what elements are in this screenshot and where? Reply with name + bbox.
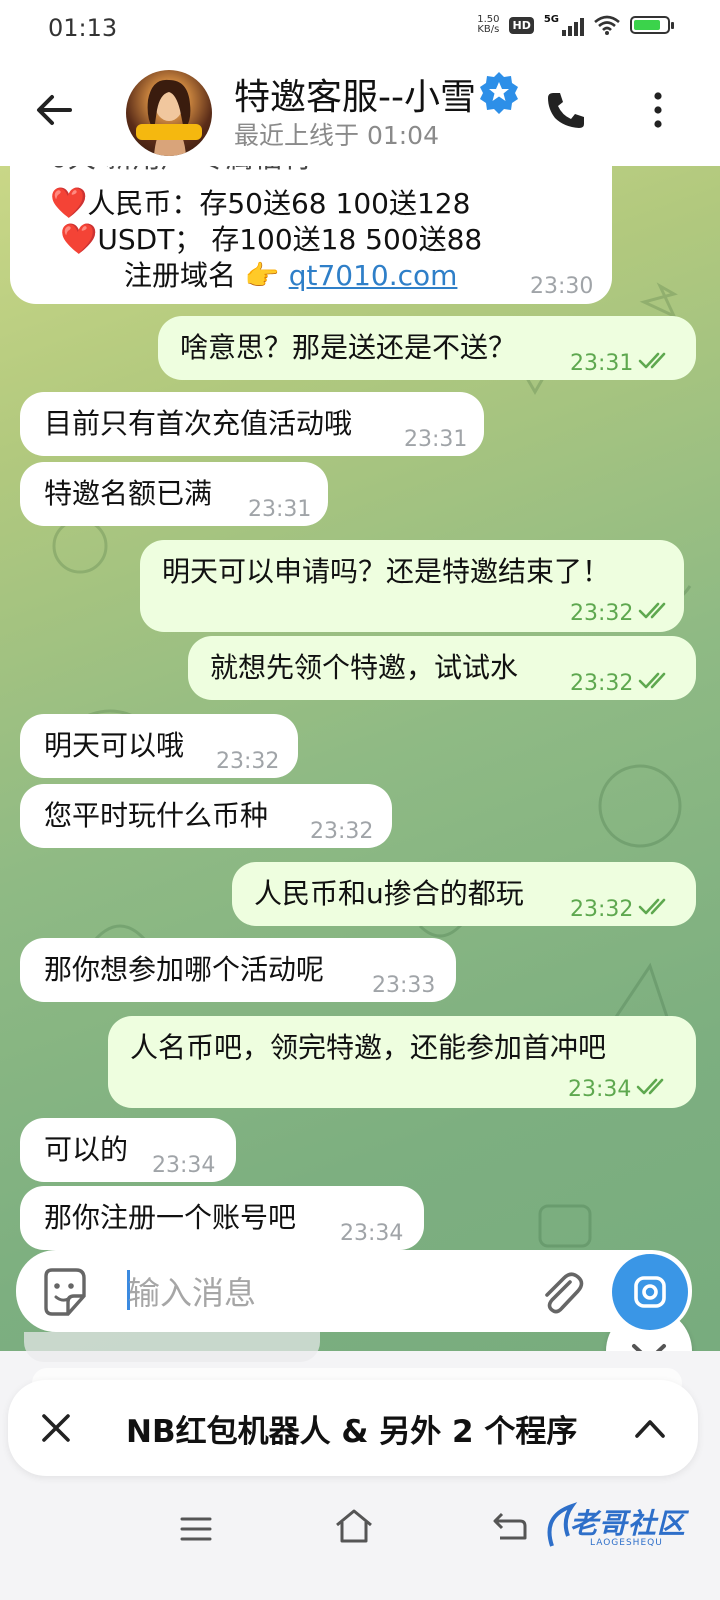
- back-arrow-icon[interactable]: [30, 86, 78, 134]
- read-check-icon: [638, 898, 666, 915]
- incoming-message[interactable]: 特邀名额已满 23:31: [20, 462, 328, 526]
- message-input[interactable]: 输入消息: [128, 1268, 256, 1314]
- outgoing-message[interactable]: 就想先领个特邀，试试水 23:32: [188, 636, 696, 700]
- mini-apps-label: NB红包机器人 & 另外 2 个程序: [126, 1414, 578, 1450]
- message-text: 明天可以哦: [44, 729, 185, 762]
- outgoing-message[interactable]: 明天可以申请吗？还是特邀结束了！ 23:32: [140, 540, 684, 632]
- message-text: 特邀名额已满: [44, 477, 213, 510]
- message-time: 23:33: [372, 973, 436, 998]
- incoming-message[interactable]: 那你想参加哪个活动呢 23:33: [20, 938, 456, 1002]
- nav-back-icon[interactable]: [492, 1510, 528, 1542]
- wifi-icon: [594, 15, 620, 35]
- message-text: 那你想参加哪个活动呢: [44, 953, 325, 986]
- last-seen: 最近上线于 01:04: [234, 121, 439, 150]
- message-time: 23:31: [404, 427, 468, 452]
- read-check-icon: [638, 672, 666, 689]
- chevron-up-icon[interactable]: [632, 1410, 668, 1446]
- message-time: 23:31: [570, 351, 634, 376]
- message-text: 您平时玩什么币种: [44, 799, 269, 832]
- message-text: 啥意思？那是送还是不送？: [180, 331, 517, 364]
- incoming-message[interactable]: 您平时玩什么币种 23:32: [20, 784, 392, 848]
- incoming-message[interactable]: 明天可以哦 23:32: [20, 714, 298, 778]
- message-text: 可以的: [44, 1133, 129, 1166]
- nav-home-icon[interactable]: [334, 1508, 374, 1544]
- message-text: 人民币和u掺合的都玩: [254, 877, 524, 910]
- chat-header: 特邀客服--小雪 最近上线于 01:04: [0, 58, 720, 166]
- more-vert-icon[interactable]: [646, 90, 670, 130]
- message-time: 23:34: [340, 1221, 404, 1246]
- close-icon[interactable]: [38, 1410, 74, 1446]
- previous-message-line4: 注册域名 👉 qt7010.com: [124, 259, 458, 292]
- status-bar: 01:13 1.50 KB/s HD 5G: [0, 0, 720, 58]
- status-time: 01:13: [48, 14, 118, 42]
- sticker-icon[interactable]: [38, 1266, 90, 1318]
- domain-link[interactable]: qt7010.com: [289, 259, 458, 292]
- message-time: 23:32: [570, 601, 634, 626]
- message-time: 23:34: [152, 1153, 216, 1178]
- previous-message-bubble[interactable]: 0天 新用户 专属福利 ❤️人民币：存50送68 100送128 ❤️USDT；…: [10, 166, 612, 304]
- message-text: 就想先领个特邀，试试水: [210, 651, 519, 684]
- chat-title[interactable]: 特邀客服--小雪: [234, 68, 492, 120]
- read-check-icon: [638, 602, 666, 619]
- phone-icon[interactable]: [544, 88, 588, 132]
- incoming-message[interactable]: 可以的 23:34: [20, 1118, 236, 1182]
- message-time: 23:32: [216, 749, 280, 774]
- message-time: 23:32: [570, 897, 634, 922]
- message-text: 人名币吧，领完特邀，还能参加首冲吧: [130, 1031, 607, 1064]
- watermark: 老哥社区 LAOGESHEQU: [542, 1496, 702, 1560]
- hd-icon: HD: [509, 16, 534, 34]
- signal-icon: 5G: [544, 14, 584, 36]
- message-text: 那你注册一个账号吧: [44, 1201, 297, 1234]
- avatar-badge: [136, 124, 202, 140]
- avatar[interactable]: [126, 70, 212, 156]
- message-time: 23:32: [310, 819, 374, 844]
- pointing-hand-icon: 👉: [244, 259, 280, 292]
- outgoing-message[interactable]: 人民币和u掺合的都玩 23:32: [232, 862, 696, 926]
- chat-area[interactable]: 0天 新用户 专属福利 ❤️人民币：存50送68 100送128 ❤️USDT；…: [0, 166, 720, 1351]
- peek-bubble: [24, 1332, 320, 1362]
- paperclip-icon[interactable]: [538, 1268, 584, 1316]
- avatar-image: [147, 79, 191, 156]
- message-time: 23:32: [570, 671, 634, 696]
- status-indicators: 1.50 KB/s HD 5G: [477, 14, 674, 36]
- nav-menu-icon[interactable]: [180, 1514, 212, 1544]
- heart-icon: ❤️: [50, 186, 88, 221]
- camera-button[interactable]: [612, 1254, 688, 1330]
- net-speed: 1.50 KB/s: [477, 14, 500, 35]
- message-text: 明天可以申请吗？还是特邀结束了！: [162, 555, 611, 588]
- read-check-icon: [636, 1078, 664, 1095]
- incoming-message[interactable]: 目前只有首次充值活动哦 23:31: [20, 392, 484, 456]
- outgoing-message[interactable]: 人名币吧，领完特邀，还能参加首冲吧 23:34: [108, 1016, 696, 1108]
- verified-badge-icon: [480, 72, 518, 114]
- camera-icon: [634, 1276, 666, 1308]
- previous-message-line1: 0天 新用户 专属福利: [50, 166, 310, 176]
- message-time: 23:31: [248, 497, 312, 522]
- read-check-icon: [638, 352, 666, 369]
- message-time: 23:30: [530, 274, 594, 299]
- battery-icon: [630, 16, 674, 34]
- message-composer: 输入消息: [16, 1250, 692, 1332]
- mini-apps-bar[interactable]: NB红包机器人 & 另外 2 个程序: [8, 1380, 698, 1476]
- previous-message-line3: ❤️USDT； 存100送18 500送88: [60, 222, 483, 257]
- message-time: 23:34: [568, 1077, 632, 1102]
- outgoing-message[interactable]: 啥意思？那是送还是不送？ 23:31: [158, 316, 696, 380]
- previous-message-line2: ❤️人民币：存50送68 100送128: [50, 186, 471, 221]
- message-text: 目前只有首次充值活动哦: [44, 407, 353, 440]
- incoming-message[interactable]: 那你注册一个账号吧 23:34: [20, 1186, 424, 1250]
- heart-icon: ❤️: [60, 222, 98, 257]
